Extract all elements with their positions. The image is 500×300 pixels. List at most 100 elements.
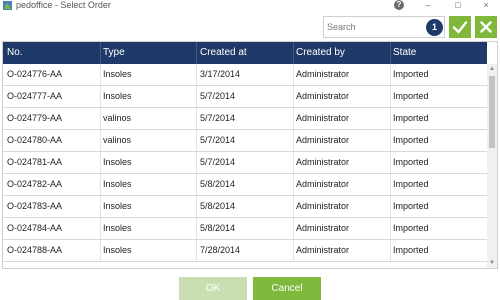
column-divider (293, 86, 294, 107)
column-divider (196, 130, 197, 151)
cell-created-by: Administrator (296, 201, 350, 211)
cell-created-at: 5/7/2014 (200, 135, 236, 145)
cell-created-by: Administrator (296, 223, 350, 233)
cell-created-at: 5/7/2014 (200, 157, 236, 167)
cell-created-at: 5/7/2014 (200, 113, 236, 123)
table-row[interactable]: O-024784-AA Insoles 5/8/2014 Administrator I… (3, 218, 487, 240)
scrollbar-thumb[interactable] (489, 76, 495, 148)
cell-no: O-024777-AA (7, 91, 63, 101)
cell-no: O-024779-AA (7, 113, 63, 123)
column-divider (390, 86, 391, 107)
cell-no: O-024788-AA (7, 245, 63, 255)
column-divider (100, 240, 101, 261)
column-divider (196, 218, 197, 239)
column-divider (196, 196, 197, 217)
cell-created-at: 7/28/2014 (200, 245, 241, 255)
cell-created-by: Administrator (296, 69, 350, 79)
cell-state: Imported (393, 135, 429, 145)
cell-type: Insoles (103, 245, 132, 255)
table-row[interactable]: O-024779-AA valinos 5/7/2014 Administrator I… (3, 108, 487, 130)
scroll-down-arrow-icon[interactable]: ▼ (487, 258, 497, 268)
ok-button[interactable]: OK (179, 277, 247, 300)
cell-created-at: 3/17/2014 (200, 69, 241, 79)
cell-type: Insoles (103, 201, 132, 211)
maximize-button[interactable]: □ (451, 0, 465, 11)
table-row[interactable]: O-024776-AA Insoles 3/17/2014 Administrator… (3, 64, 487, 86)
column-divider (293, 196, 294, 217)
column-divider (100, 86, 101, 107)
column-divider (293, 108, 294, 129)
table-body: O-024776-AA Insoles 3/17/2014 Administrator… (3, 64, 487, 262)
column-header-created-at[interactable]: Created at (200, 42, 247, 64)
cell-no: O-024781-AA (7, 157, 63, 167)
column-divider (390, 108, 391, 129)
table-row[interactable]: O-024777-AA Insoles 5/7/2014 Administrator I… (3, 86, 487, 108)
selected-count-badge: 1 (426, 19, 443, 36)
cell-created-by: Administrator (296, 91, 350, 101)
column-divider (196, 86, 197, 107)
header-divider (100, 42, 101, 64)
cell-created-at: 5/8/2014 (200, 223, 236, 233)
cell-no: O-024783-AA (7, 201, 63, 211)
window-title: pedoffice - Select Order (16, 0, 111, 10)
cancel-icon-button[interactable] (475, 16, 497, 38)
cell-created-by: Administrator (296, 179, 350, 189)
cell-no: O-024784-AA (7, 223, 63, 233)
column-divider (196, 108, 197, 129)
cell-state: Imported (393, 179, 429, 189)
help-icon[interactable]: ? (394, 0, 404, 10)
search-input[interactable] (327, 20, 422, 34)
column-divider (100, 196, 101, 217)
column-header-type[interactable]: Type (103, 42, 125, 64)
column-divider (390, 196, 391, 217)
cancel-button[interactable]: Cancel (253, 277, 321, 300)
cell-created-at: 5/8/2014 (200, 201, 236, 211)
column-divider (390, 64, 391, 85)
column-divider (100, 64, 101, 85)
cell-state: Imported (393, 113, 429, 123)
close-window-button[interactable]: × (479, 0, 493, 11)
cell-no: O-024776-AA (7, 69, 63, 79)
table-row[interactable]: O-024783-AA Insoles 5/8/2014 Administrator I… (3, 196, 487, 218)
cell-type: Insoles (103, 91, 132, 101)
cell-no: O-024780-AA (7, 135, 63, 145)
cell-created-by: Administrator (296, 157, 350, 167)
cell-state: Imported (393, 91, 429, 101)
cell-state: Imported (393, 223, 429, 233)
column-divider (390, 130, 391, 151)
column-divider (196, 64, 197, 85)
cell-type: valinos (103, 113, 132, 123)
header-divider (293, 42, 294, 64)
app-logo-icon (3, 1, 12, 10)
header-divider (196, 42, 197, 64)
cell-created-by: Administrator (296, 113, 350, 123)
title-bar: pedoffice - Select Order ? – □ × (0, 0, 500, 12)
column-divider (390, 174, 391, 195)
confirm-icon-button[interactable] (449, 16, 471, 38)
column-divider (293, 130, 294, 151)
table-row[interactable]: O-024780-AA valinos 5/7/2014 Administrator I… (3, 130, 487, 152)
column-header-state[interactable]: State (393, 42, 416, 64)
column-divider (196, 152, 197, 173)
table-row[interactable]: O-024782-AA Insoles 5/8/2014 Administrator I… (3, 174, 487, 196)
close-x-icon (480, 21, 492, 33)
column-divider (100, 130, 101, 151)
column-header-no[interactable]: No. (7, 42, 23, 64)
cell-state: Imported (393, 157, 429, 167)
scroll-up-arrow-icon[interactable]: ▲ (487, 64, 497, 74)
cell-type: Insoles (103, 157, 132, 167)
table-row[interactable]: O-024781-AA Insoles 5/7/2014 Administrator I… (3, 152, 487, 174)
cell-no: O-024782-AA (7, 179, 63, 189)
table-row[interactable]: O-024788-AA Insoles 7/28/2014 Administrator… (3, 240, 487, 262)
cell-state: Imported (393, 201, 429, 211)
cell-state: Imported (393, 245, 429, 255)
minimize-button[interactable]: – (421, 0, 435, 11)
column-header-created-by[interactable]: Created by (296, 42, 345, 64)
column-divider (390, 240, 391, 261)
table-header: No. Type Created at Created by State (3, 42, 487, 64)
column-divider (293, 218, 294, 239)
checkmark-icon (452, 21, 468, 34)
cell-type: Insoles (103, 179, 132, 189)
column-divider (390, 218, 391, 239)
cell-type: Insoles (103, 223, 132, 233)
